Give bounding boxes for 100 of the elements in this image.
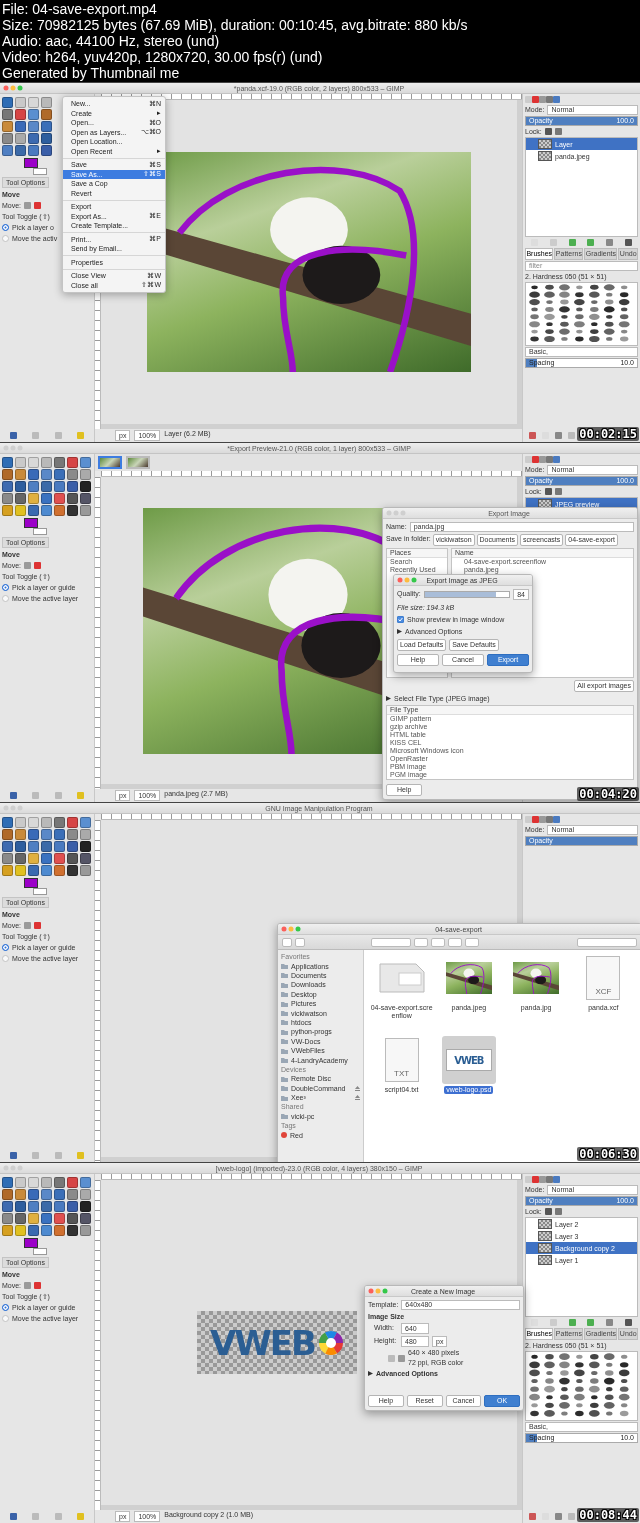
tool-icon[interactable] [15,109,26,120]
tool-icon[interactable] [54,841,65,852]
tool-icon[interactable] [15,841,26,852]
file-tile[interactable]: XCF [576,954,631,1002]
foreground-color-swatch[interactable] [24,1238,38,1248]
tool-icon[interactable] [67,1201,78,1212]
tool-icon[interactable] [41,493,52,504]
tool-icon[interactable] [2,457,13,468]
tool-icon[interactable] [2,1189,13,1200]
tool-icon[interactable] [41,109,52,120]
tool-icon[interactable] [41,145,52,156]
radio-button[interactable] [2,584,9,591]
tool-icon[interactable] [2,1213,13,1224]
tool-icon[interactable] [15,1201,26,1212]
tool-icon[interactable] [15,853,26,864]
quality-slider[interactable] [423,591,511,598]
tool-icon[interactable] [41,853,52,864]
tool-icon[interactable] [28,829,39,840]
tool-icon[interactable] [41,841,52,852]
tool-icon[interactable] [41,1225,52,1236]
tool-icon[interactable] [80,1201,91,1212]
search-field[interactable] [577,937,637,947]
checkbox[interactable] [397,616,404,623]
background-color-swatch[interactable] [33,168,47,175]
tool-icon[interactable] [28,1225,39,1236]
tool-icon[interactable] [2,493,13,504]
tool-icon[interactable] [2,133,13,144]
action-button[interactable] [431,937,445,947]
radio-button[interactable] [2,595,9,602]
tool-icon[interactable] [67,457,78,468]
tool-icon[interactable] [54,1177,65,1188]
background-color-swatch[interactable] [33,528,47,535]
arrange-button[interactable] [414,937,428,947]
tool-icon[interactable] [67,505,78,516]
tool-icon[interactable] [15,481,26,492]
tool-icon[interactable] [54,1213,65,1224]
tool-icon[interactable] [28,1201,39,1212]
tool-icon[interactable] [41,1201,52,1212]
tool-icon[interactable] [28,145,39,156]
tool-icon[interactable] [54,829,65,840]
disclosure-triangle-icon[interactable] [368,1371,373,1376]
window-controls-icon[interactable] [368,1288,388,1294]
tool-icon[interactable] [28,481,39,492]
tool-icon[interactable] [67,1225,78,1236]
tool-icon[interactable] [15,145,26,156]
background-color-swatch[interactable] [33,888,47,895]
tool-icon[interactable] [2,145,13,156]
tool-icon[interactable] [54,457,65,468]
brush-presets-drawing[interactable] [525,1351,638,1421]
foreground-color-swatch[interactable] [24,878,38,888]
tool-icon[interactable] [80,841,91,852]
eject-icon[interactable] [355,1085,360,1091]
eject-icon[interactable] [355,1095,360,1101]
tool-icon[interactable] [2,481,13,492]
disclosure-triangle-icon[interactable] [397,629,402,634]
tool-icon[interactable] [67,1213,78,1224]
tool-icon[interactable] [41,121,52,132]
tool-icon[interactable] [28,121,39,132]
tool-icon[interactable] [41,133,52,144]
tool-icon[interactable] [2,469,13,480]
tool-icon[interactable] [28,841,39,852]
image-tab[interactable] [98,456,122,469]
tool-icon[interactable] [2,1177,13,1188]
foreground-color-swatch[interactable] [24,518,38,528]
disclosure-triangle-icon[interactable] [386,696,391,701]
radio-button[interactable] [2,224,9,231]
tool-icon[interactable] [67,469,78,480]
tool-icon[interactable] [67,481,78,492]
background-color-swatch[interactable] [33,1248,47,1255]
tool-icon[interactable] [15,1213,26,1224]
tool-icon[interactable] [67,853,78,864]
tool-icon[interactable] [80,493,91,504]
tool-icon[interactable] [2,97,13,108]
tool-icon[interactable] [15,493,26,504]
tool-icon[interactable] [28,505,39,516]
tool-icon[interactable] [67,1189,78,1200]
forward-button[interactable] [295,937,305,947]
tool-icon[interactable] [15,121,26,132]
image-tab[interactable] [126,456,150,469]
tool-icon[interactable] [28,1189,39,1200]
tool-icon[interactable] [41,1189,52,1200]
tool-icon[interactable] [80,1213,91,1224]
tool-icon[interactable] [67,1177,78,1188]
file-tile[interactable]: VWEB [441,1036,496,1084]
tool-icon[interactable] [2,817,13,828]
brush-presets-drawing[interactable] [525,282,638,346]
share-button[interactable] [448,937,462,947]
tool-icon[interactable] [67,829,78,840]
tool-icon[interactable] [54,817,65,828]
radio-button[interactable] [2,1304,9,1311]
radio-button[interactable] [2,1315,9,1322]
tool-icon[interactable] [54,1189,65,1200]
tool-icon[interactable] [41,829,52,840]
view-switcher[interactable] [371,937,411,947]
tool-icon[interactable] [54,1201,65,1212]
radio-button[interactable] [2,235,9,242]
window-controls-icon[interactable] [281,926,301,932]
tool-icon[interactable] [41,469,52,480]
tool-icon[interactable] [2,829,13,840]
window-controls-icon[interactable] [3,85,23,91]
